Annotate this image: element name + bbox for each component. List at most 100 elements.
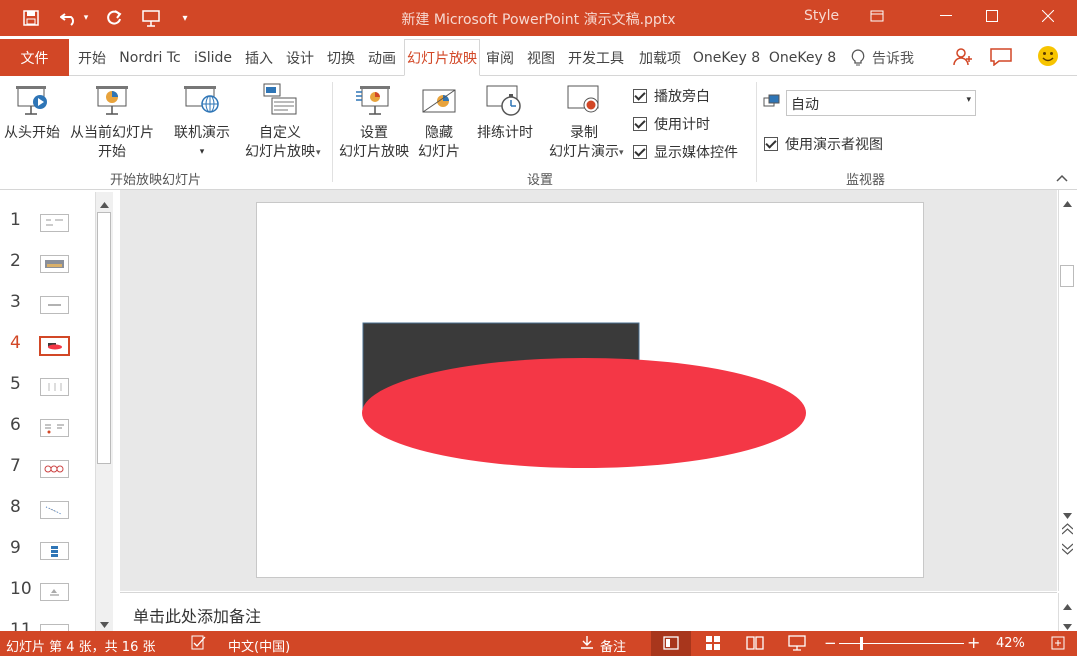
slide-thumbnail[interactable]: 8 xyxy=(0,487,92,528)
slide-sorter-icon[interactable] xyxy=(705,635,721,655)
minimize-icon[interactable] xyxy=(923,0,969,32)
record-slideshow-button[interactable]: 录制 幻灯片演示 xyxy=(540,82,628,162)
zoom-in-icon[interactable]: + xyxy=(967,633,980,652)
tab-addins[interactable]: 加载项 xyxy=(634,39,686,76)
tab-onekey-1[interactable]: OneKey 8 xyxy=(690,39,763,76)
tab-onekey-2[interactable]: OneKey 8 xyxy=(766,39,839,76)
notes-pane[interactable]: 单击此处添加备注 xyxy=(120,592,1057,631)
style-label: Style xyxy=(804,8,840,24)
zoom-slider[interactable] xyxy=(839,643,964,644)
chevron-down-icon: ▾ xyxy=(966,95,971,105)
scroll-up-icon[interactable] xyxy=(1063,196,1072,211)
play-from-current-icon xyxy=(92,82,132,122)
present-online-dropdown-icon[interactable]: ▾ xyxy=(200,143,205,162)
rehearse-timings-button[interactable]: 排练计时 xyxy=(472,82,538,143)
slide-thumbnail[interactable]: 9 xyxy=(0,528,92,569)
normal-view-button[interactable] xyxy=(651,631,691,656)
slide-thumbnail[interactable]: 2 xyxy=(0,241,92,282)
spell-check-icon[interactable] xyxy=(191,635,207,654)
slide-thumbnail[interactable]: 6 xyxy=(0,405,92,446)
hide-slide-button[interactable]: 隐藏 幻灯片 xyxy=(414,82,464,162)
tell-me-search[interactable]: 告诉我 xyxy=(872,48,914,68)
zoom-out-icon[interactable]: − xyxy=(824,634,837,652)
scroll-down-icon[interactable] xyxy=(1063,508,1072,523)
slide-thumbnail[interactable]: 1 xyxy=(0,200,92,241)
monitor-select[interactable]: 自动 ▾ xyxy=(786,90,976,116)
group-label-start: 开始放映幻灯片 xyxy=(110,173,202,188)
slide-thumbnail-current[interactable]: 4 xyxy=(0,323,92,364)
thumbnail-scrollbar[interactable] xyxy=(95,192,113,631)
play-from-start-icon xyxy=(12,82,52,122)
window-title: 新建 Microsoft PowerPoint 演示文稿.pptx xyxy=(401,12,676,28)
tab-transitions[interactable]: 切换 xyxy=(322,39,360,76)
zoom-slider-thumb[interactable] xyxy=(860,637,863,650)
from-current-slide-button[interactable]: 从当前幻灯片 开始 xyxy=(66,82,158,162)
slide-thumbnail[interactable]: 5 xyxy=(0,364,92,405)
rehearse-timer-icon xyxy=(485,82,525,122)
tab-design[interactable]: 设计 xyxy=(281,39,319,76)
custom-slideshow-button[interactable]: 自定义 幻灯片放映 xyxy=(236,82,324,162)
red-ellipse-shape[interactable] xyxy=(362,358,806,468)
scroll-thumb[interactable] xyxy=(97,212,111,464)
slideshow-view-icon[interactable] xyxy=(788,635,806,655)
show-media-controls-checkbox[interactable]: 显示媒体控件 xyxy=(633,142,738,162)
present-online-button[interactable]: 联机演示 ▾ xyxy=(168,82,236,162)
reading-view-icon[interactable] xyxy=(746,635,764,655)
slide-thumbnail[interactable]: 10 xyxy=(0,569,92,610)
notes-scrollbar[interactable] xyxy=(1058,593,1076,631)
fit-to-window-icon[interactable] xyxy=(1050,635,1066,655)
tab-developer[interactable]: 开发工具 xyxy=(563,39,629,76)
setup-slideshow-icon xyxy=(354,82,394,122)
play-narrations-checkbox[interactable]: 播放旁白 xyxy=(633,86,710,106)
slide-counter: 幻灯片 第 4 张，共 16 张 xyxy=(6,640,156,655)
notes-button[interactable]: 备注 xyxy=(600,636,626,655)
setup-slideshow-button[interactable]: 设置 幻灯片放映 xyxy=(336,82,412,162)
collapse-ribbon-icon[interactable] xyxy=(1056,172,1068,185)
tab-file[interactable]: 文件 xyxy=(0,39,69,76)
smiley-feedback-icon[interactable] xyxy=(1037,45,1059,71)
close-icon[interactable] xyxy=(1025,0,1071,32)
previous-slide-icon[interactable] xyxy=(1061,523,1074,539)
from-beginning-button[interactable]: 从头开始 xyxy=(0,82,64,143)
tab-view[interactable]: 视图 xyxy=(522,39,560,76)
checkbox-checked-icon xyxy=(633,89,647,103)
share-user-icon[interactable] xyxy=(952,47,972,71)
monitor-icon xyxy=(763,94,781,114)
tab-islide[interactable]: iSlide xyxy=(190,39,236,76)
tab-insert[interactable]: 插入 xyxy=(240,39,278,76)
tab-slideshow[interactable]: 幻灯片放映 xyxy=(404,39,480,76)
checkbox-checked-icon xyxy=(633,145,647,159)
record-dropdown-icon[interactable]: ▾ xyxy=(619,148,624,158)
checkbox-checked-icon xyxy=(764,137,778,151)
custom-slideshow-dropdown-icon[interactable]: ▾ xyxy=(316,148,321,158)
tab-review[interactable]: 审阅 xyxy=(481,39,519,76)
use-timings-checkbox[interactable]: 使用计时 xyxy=(633,114,710,134)
scroll-up-icon[interactable] xyxy=(100,197,109,212)
checkbox-checked-icon xyxy=(633,117,647,131)
notes-placeholder[interactable]: 单击此处添加备注 xyxy=(133,603,261,627)
group-label-monitor: 监视器 xyxy=(846,173,886,188)
language-indicator[interactable]: 中文(中国) xyxy=(228,636,290,655)
tab-nordri[interactable]: Nordri Tc xyxy=(113,39,187,76)
comment-icon[interactable] xyxy=(990,48,1012,70)
zoom-level[interactable]: 42% xyxy=(996,636,1025,651)
slide-thumbnail[interactable]: 3 xyxy=(0,282,92,323)
group-divider xyxy=(756,82,757,182)
scroll-up-icon[interactable] xyxy=(1063,599,1072,614)
ribbon-tab-bar: 文件 开始 Nordri Tc iSlide 插入 设计 切换 动画 幻灯片放映… xyxy=(0,36,1077,76)
slide-thumbnail[interactable]: 7 xyxy=(0,446,92,487)
slide-scrollbar[interactable] xyxy=(1058,190,1076,591)
hide-slide-icon xyxy=(419,82,459,122)
tab-animations[interactable]: 动画 xyxy=(363,39,401,76)
scroll-down-icon[interactable] xyxy=(100,617,109,632)
scroll-thumb[interactable] xyxy=(1060,265,1074,287)
slide-canvas[interactable] xyxy=(256,202,924,578)
tab-home[interactable]: 开始 xyxy=(72,39,112,76)
notes-toggle-icon[interactable] xyxy=(580,635,594,654)
maximize-icon[interactable] xyxy=(969,0,1015,32)
next-slide-icon[interactable] xyxy=(1061,543,1074,559)
custom-slideshow-icon xyxy=(260,82,300,122)
lightbulb-icon xyxy=(851,49,865,71)
presenter-view-checkbox[interactable]: 使用演示者视图 xyxy=(764,134,883,154)
ribbon-display-icon[interactable] xyxy=(854,0,900,32)
